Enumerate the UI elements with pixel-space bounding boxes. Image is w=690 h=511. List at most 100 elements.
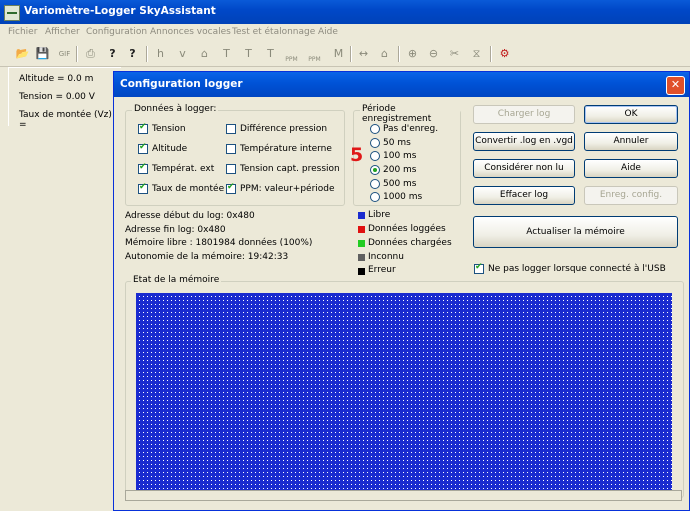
logger-config-icon[interactable]: ⚙ [496, 45, 513, 62]
label-temperature-interne: Température interne [240, 144, 332, 154]
zoom-horizontal-icon[interactable]: ↔ [355, 45, 372, 62]
radio-200ms[interactable] [370, 165, 380, 175]
charger-log-button[interactable]: Charger log [473, 105, 575, 124]
memory-state-legend: Etat de la mémoire [131, 275, 222, 285]
tension-readout: Tension = 0.00 V [19, 92, 95, 102]
menu-bar: Fichier Afficher Configuration Annonces … [0, 24, 690, 42]
taux-readout: Taux de montée (Vz) = [19, 110, 112, 130]
toolbar-separator [146, 46, 148, 62]
label-taux-montee: Taux de montée [152, 184, 225, 194]
legend-swatch-erreur [358, 268, 365, 275]
checkbox-tension[interactable] [138, 122, 148, 134]
periode-legend: Période enregistrement [360, 104, 460, 124]
checkbox-no-log-usb[interactable] [474, 262, 484, 274]
gif-export-icon[interactable]: GIF [56, 45, 73, 62]
menu-configuration[interactable]: Configuration [86, 27, 147, 37]
annuler-button[interactable]: Annuler [584, 132, 678, 151]
toolbar-separator [490, 46, 492, 62]
close-icon[interactable]: ✕ [666, 76, 685, 95]
altitude-chart-icon[interactable]: h [152, 45, 169, 62]
dialog-title-bar: Configuration logger ✕ [114, 72, 689, 97]
label-difference-pression: Différence pression [240, 124, 328, 134]
toolbar-separator [350, 46, 352, 62]
menu-test-etalonnage[interactable]: Test et étalonnage [232, 27, 315, 37]
zoom-vertical-icon[interactable]: ⌂ [376, 45, 393, 62]
legend-swatch-inconnu [358, 254, 365, 261]
menu-annonces-vocales[interactable]: Annonces vocales [150, 27, 231, 37]
adresse-debut-text: Adresse début du log: 0x480 [125, 211, 255, 221]
altitude-readout: Altitude = 0.0 m [19, 74, 94, 84]
app-icon [4, 5, 20, 21]
chart-3-icon[interactable]: ⌂ [196, 45, 213, 62]
checkbox-difference-pression[interactable] [226, 124, 236, 134]
config-logger-dialog: Configuration logger ✕ Données à logger:… [113, 71, 690, 511]
zoom-out-icon[interactable]: ⊖ [425, 45, 442, 62]
toolbar-separator [398, 46, 400, 62]
menu-fichier[interactable]: Fichier [8, 27, 37, 37]
help-icon[interactable]: ? [104, 45, 121, 62]
legend-chargees: Données chargées [368, 238, 452, 248]
enreg-config-button[interactable]: Enreg. config. [584, 186, 678, 205]
legend-swatch-loggees [358, 226, 365, 233]
aide-button[interactable]: Aide [584, 159, 678, 178]
label-no-log-usb: Ne pas logger lorsque connecté à l'USB [488, 264, 666, 274]
radio-50ms[interactable] [370, 138, 380, 148]
radio-pas-enreg[interactable] [370, 124, 380, 134]
chart-5-icon[interactable]: T [240, 45, 257, 62]
ppm-icon[interactable]: PPM [283, 51, 300, 68]
radio-1000ms[interactable] [370, 192, 380, 202]
legend-erreur: Erreur [368, 265, 396, 275]
label-1000ms: 1000 ms [383, 192, 423, 202]
label-500ms: 500 ms [383, 179, 417, 189]
checkbox-temperat-ext[interactable] [138, 162, 148, 174]
annotation-number: 5 [350, 144, 364, 166]
toolbar-separator [76, 46, 78, 62]
chart-9-icon[interactable]: M [330, 45, 347, 62]
label-200ms: 200 ms [383, 165, 417, 175]
app-title: Variomètre-Logger SkyAssistant [24, 5, 216, 17]
adresse-fin-text: Adresse fin log: 0x480 [125, 225, 226, 235]
memory-map-grid [136, 293, 672, 492]
effacer-log-button[interactable]: Effacer log [473, 186, 575, 205]
radio-500ms[interactable] [370, 179, 380, 189]
ppm-2-icon[interactable]: PPM [306, 51, 323, 68]
print-icon[interactable]: ⎙ [82, 45, 99, 62]
checkbox-altitude[interactable] [138, 142, 148, 154]
progress-bar [125, 490, 682, 501]
checkbox-tension-capt-pression[interactable] [226, 164, 236, 174]
radio-100ms[interactable] [370, 151, 380, 161]
chart-4-icon[interactable]: T [218, 45, 235, 62]
checkbox-taux-montee[interactable] [138, 182, 148, 194]
checkbox-temperature-interne[interactable] [226, 144, 236, 154]
label-temperat-ext: Températ. ext [152, 164, 215, 174]
vario-chart-icon[interactable]: v [174, 45, 191, 62]
menu-afficher[interactable]: Afficher [45, 27, 80, 37]
actualiser-memoire-button[interactable]: Actualiser la mémoire [473, 216, 678, 248]
menu-aide[interactable]: Aide [318, 27, 338, 37]
legend-swatch-libre [358, 212, 365, 219]
filter-icon[interactable]: ⧖ [468, 45, 485, 62]
zoom-in-icon[interactable]: ⊕ [404, 45, 421, 62]
save-icon[interactable]: 💾 [34, 45, 51, 62]
context-help-icon[interactable]: ? [124, 45, 141, 62]
legend-libre: Libre [368, 210, 391, 220]
label-altitude: Altitude [152, 144, 188, 154]
chart-6-icon[interactable]: T [262, 45, 279, 62]
label-100ms: 100 ms [383, 151, 417, 161]
label-50ms: 50 ms [383, 138, 411, 148]
label-tension-capt-pression: Tension capt. pression [240, 164, 340, 174]
ok-button[interactable]: OK [584, 105, 678, 124]
convertir-button[interactable]: Convertir .log en .vgd [473, 132, 575, 151]
cut-icon[interactable]: ✂ [446, 45, 463, 62]
legend-swatch-chargees [358, 240, 365, 247]
open-folder-icon[interactable]: 📂 [14, 45, 31, 62]
legend-inconnu: Inconnu [368, 252, 404, 262]
label-tension: Tension [152, 124, 186, 134]
considerer-non-lu-button[interactable]: Considérer non lu [473, 159, 575, 178]
legend-loggees: Données loggées [368, 224, 446, 234]
donnees-legend: Données à logger: [132, 104, 219, 114]
status-panel: Altitude = 0.0 m Tension = 0.00 V Taux d… [8, 67, 121, 130]
toolbar: 📂 💾 GIF ⎙ ? ? h v ⌂ T T T PPM PPM M ↔ ⌂ … [0, 42, 690, 67]
label-ppm: PPM: valeur+période [240, 184, 335, 194]
checkbox-ppm[interactable] [226, 182, 236, 194]
